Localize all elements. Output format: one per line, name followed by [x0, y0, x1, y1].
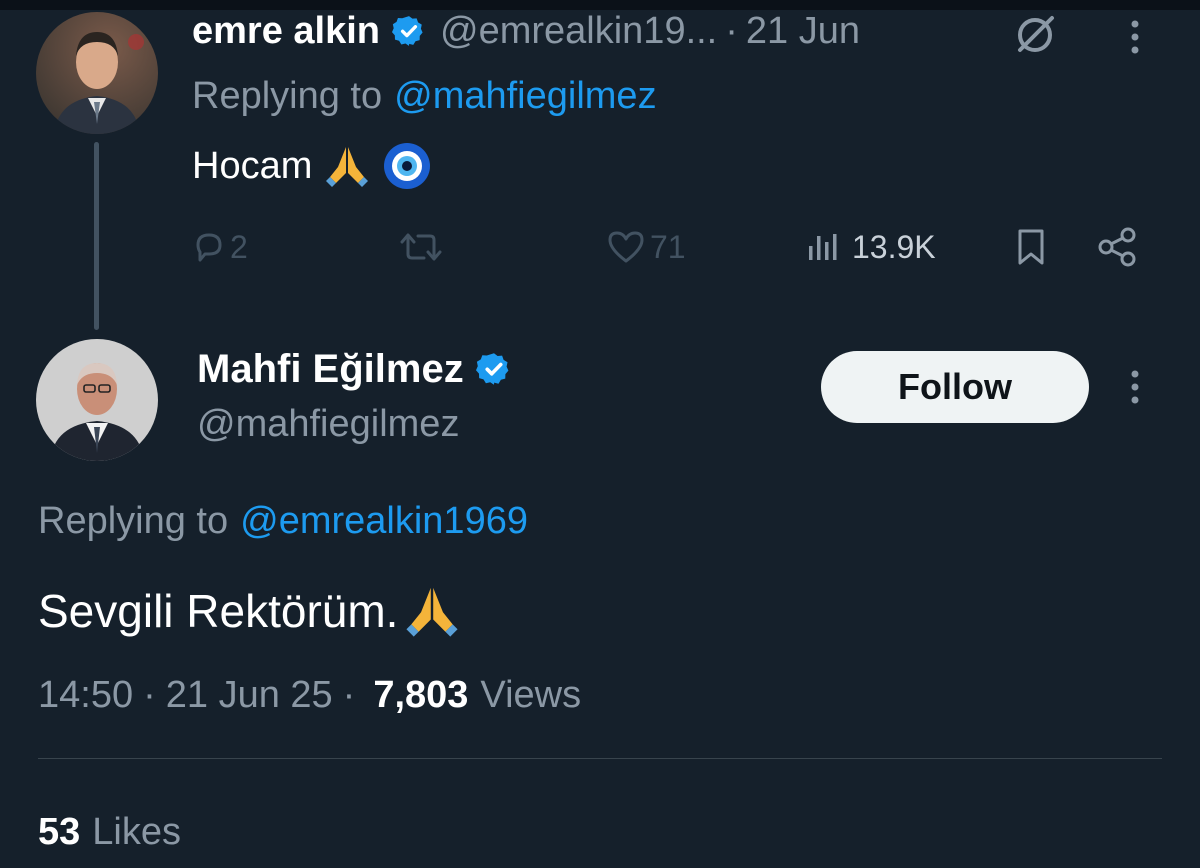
replying-to-mention[interactable]: @emrealkin1969: [240, 500, 528, 543]
avatar-emre-alkin[interactable]: [36, 12, 158, 134]
separator-dot: ·: [143, 673, 156, 716]
reply-count: 2: [230, 228, 248, 265]
views-button[interactable]: 13.9K: [806, 222, 936, 272]
author-handle[interactable]: @emrealkin19...: [440, 10, 717, 53]
verified-badge-icon: [392, 14, 426, 48]
folded-hands-emoji-icon: [404, 583, 460, 639]
tweet-text: Sevgili Rektörüm.: [38, 585, 399, 637]
author-name[interactable]: Mahfi Eğilmez: [197, 347, 464, 392]
reply-icon: [192, 230, 226, 264]
share-icon: [1096, 227, 1140, 267]
avatar-mahfi-egilmez[interactable]: [36, 339, 158, 461]
parent-tweet-header: emre alkin @emrealkin19... · 21 Jun: [192, 6, 860, 56]
separator-dot: ·: [725, 9, 738, 52]
replying-to-line: Replying to @mahfiegilmez: [192, 72, 657, 120]
main-tweet-handle-row: @mahfiegilmez: [197, 400, 459, 448]
more-options-icon[interactable]: [1124, 368, 1146, 413]
nazar-amulet-emoji-icon: [382, 141, 432, 191]
replying-to-line: Replying to @emrealkin1969: [38, 496, 528, 546]
verified-badge-icon: [475, 351, 512, 387]
likes-label: Likes: [92, 810, 181, 853]
likes-summary[interactable]: 53 Likes: [38, 806, 181, 858]
tweet-date[interactable]: 21 Jun 25: [166, 674, 333, 717]
author-handle[interactable]: @mahfiegilmez: [197, 403, 459, 446]
retweet-icon: [398, 230, 444, 264]
more-options-icon[interactable]: [1124, 18, 1146, 63]
views-chart-icon: [806, 230, 842, 264]
grok-icon[interactable]: [1012, 12, 1058, 61]
tweet-date[interactable]: 21 Jun: [746, 10, 860, 53]
follow-button[interactable]: Follow: [821, 351, 1089, 423]
views-label: Views: [480, 673, 582, 716]
tweet-action-bar: 2 71 13.9K: [0, 222, 1200, 272]
share-button[interactable]: [1096, 222, 1140, 272]
replying-to-label: Replying to: [38, 499, 229, 542]
retweet-button[interactable]: [398, 222, 448, 272]
tweet-meta-line: 14:50 · 21 Jun 25 · 7,803 Views: [38, 668, 581, 722]
main-tweet-author: Mahfi Eğilmez: [197, 344, 512, 394]
reply-button[interactable]: 2: [192, 222, 248, 272]
divider: [38, 758, 1162, 759]
main-tweet-text: Sevgili Rektörüm.: [38, 580, 460, 642]
tweet-text: Hocam: [192, 144, 313, 187]
like-button[interactable]: 71: [606, 222, 686, 272]
views-count: 7,803: [373, 673, 469, 716]
bookmark-button[interactable]: [1014, 222, 1048, 272]
heart-icon: [606, 229, 646, 265]
parent-tweet-text: Hocam: [192, 140, 432, 192]
folded-hands-emoji-icon: [324, 143, 370, 189]
bookmark-icon: [1014, 227, 1048, 267]
like-count: 71: [650, 228, 686, 265]
replying-to-mention[interactable]: @mahfiegilmez: [394, 75, 656, 118]
replying-to-label: Replying to: [192, 74, 383, 117]
views-count: 13.9K: [852, 228, 936, 265]
author-name[interactable]: emre alkin: [192, 10, 380, 53]
likes-count: 53: [38, 810, 81, 853]
tweet-time[interactable]: 14:50: [38, 674, 133, 717]
separator-dot: ·: [342, 673, 356, 716]
